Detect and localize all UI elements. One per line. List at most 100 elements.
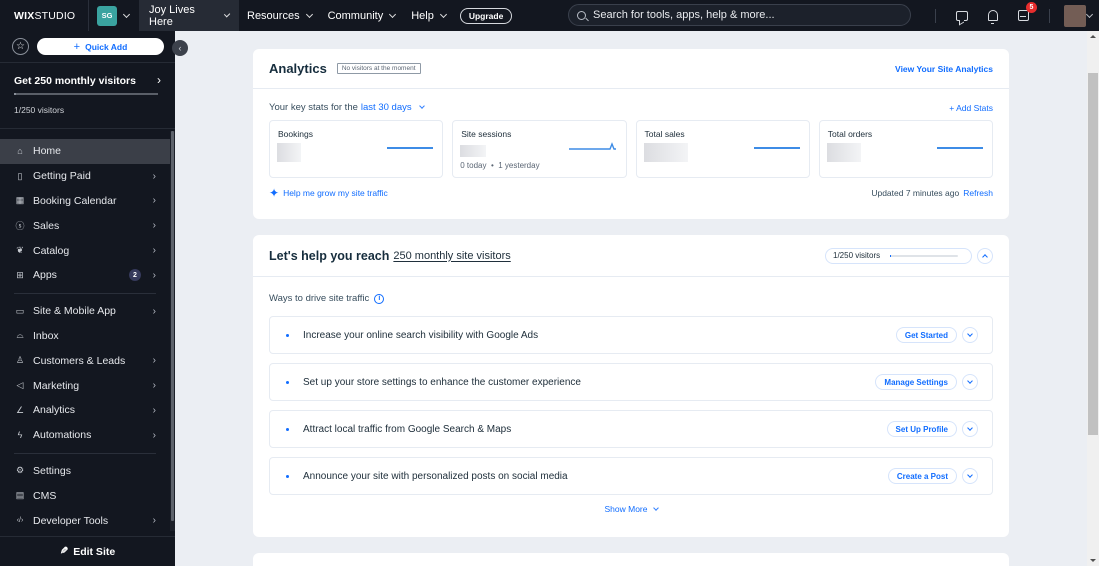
- sidebar-item-cms[interactable]: ▤ CMS: [0, 483, 170, 508]
- nav-community[interactable]: Community: [320, 0, 404, 31]
- task-item[interactable]: Increase your online search visibility w…: [269, 316, 993, 354]
- site-switcher[interactable]: Joy Lives Here: [139, 0, 239, 31]
- sidebar-item-catalog[interactable]: ❦ Catalog ›: [0, 238, 170, 263]
- sidebar-item-customers-leads[interactable]: ♙ Customers & Leads ›: [0, 348, 170, 373]
- task-action-button[interactable]: Get Started: [895, 327, 957, 343]
- sparkline: [387, 147, 434, 149]
- getting-paid-icon: ▯: [17, 170, 23, 181]
- collapse-sidebar-button[interactable]: ‹: [172, 40, 188, 56]
- info-icon[interactable]: i: [374, 293, 385, 304]
- chevron-right-icon: ›: [152, 515, 156, 527]
- wix-studio-logo[interactable]: WIXSTUDIO: [0, 10, 88, 22]
- collapse-card-button[interactable]: [977, 247, 993, 264]
- refresh-link[interactable]: Refresh: [963, 188, 993, 198]
- chevron-left-icon: ‹: [178, 43, 182, 53]
- sidebar-item-developer-tools[interactable]: ‹/› Developer Tools ›: [0, 508, 170, 533]
- chevron-down-icon: [967, 331, 973, 337]
- sidebar-item-label: Catalog: [33, 244, 70, 257]
- date-range-dropdown[interactable]: last 30 days: [361, 102, 412, 113]
- page-scrollbar-thumb[interactable]: [1088, 73, 1098, 435]
- chat-button[interactable]: [946, 0, 977, 31]
- task-action-button[interactable]: Set Up Profile: [886, 421, 957, 437]
- sidebar-item-apps[interactable]: ⊞ Apps 2 ›: [0, 263, 170, 288]
- sidebar-item-getting-paid[interactable]: ▯ Getting Paid ›: [0, 164, 170, 189]
- stat-card-total-orders[interactable]: Total orders: [818, 120, 993, 178]
- stat-value-placeholder: [277, 143, 301, 162]
- nav-help[interactable]: Help: [403, 0, 454, 31]
- sidebar-scrollbar-thumb[interactable]: [171, 131, 174, 521]
- stat-card-total-sales[interactable]: Total sales: [635, 120, 810, 178]
- chevron-down-icon: [439, 10, 447, 18]
- chevron-down-icon: [967, 472, 973, 478]
- favorites-button[interactable]: ☆: [12, 38, 29, 55]
- task-list: Increase your online search visibility w…: [253, 316, 1009, 495]
- view-site-analytics-link[interactable]: View Your Site Analytics: [895, 64, 993, 74]
- nav-resources[interactable]: Resources: [239, 0, 320, 31]
- sidebar-item-home[interactable]: ⌂ Home: [0, 139, 170, 164]
- add-stats-button[interactable]: + Add Stats: [949, 103, 993, 113]
- sidebar-item-booking-calendar[interactable]: ▦ Booking Calendar ›: [0, 189, 170, 214]
- task-action-button[interactable]: Manage Settings: [875, 374, 957, 390]
- sidebar-item-marketing[interactable]: ◁ Marketing ›: [0, 373, 170, 398]
- sidebar-item-sales[interactable]: ⓢ Sales ›: [0, 213, 170, 238]
- reach-goal-link[interactable]: 250 monthly site visitors: [393, 250, 510, 262]
- visitor-goal[interactable]: Get 250 monthly visitors › 1/250 visitors: [0, 63, 175, 129]
- sidebar-item-analytics[interactable]: ∠ Analytics ›: [0, 398, 170, 423]
- bullet-icon: [286, 380, 289, 384]
- task-text: Increase your online search visibility w…: [303, 329, 539, 341]
- scroll-up-arrow-icon[interactable]: [1090, 35, 1096, 38]
- sidebar-item-settings[interactable]: ⚙ Settings: [0, 459, 170, 484]
- edit-site-button[interactable]: ✎ Edit Site: [0, 536, 175, 566]
- bullet-icon: [286, 333, 289, 337]
- scroll-down-arrow-icon[interactable]: [1090, 559, 1096, 562]
- chevron-right-icon: ›: [152, 355, 156, 367]
- chevron-up-icon: [982, 253, 988, 260]
- analytics-title: Analytics: [269, 61, 327, 76]
- site-name: Joy Lives Here: [149, 3, 195, 28]
- chevron-down-icon[interactable]: [1085, 10, 1094, 18]
- sidebar-item-automations[interactable]: ϟ Automations ›: [0, 423, 170, 448]
- notification-count-badge: 5: [1026, 2, 1037, 13]
- search-input[interactable]: Search for tools, apps, help & more...: [568, 4, 911, 26]
- chevron-right-icon: ›: [152, 380, 156, 392]
- sidebar-item-label: Home: [33, 145, 62, 158]
- bullet-icon: [286, 427, 289, 431]
- notifications-button[interactable]: [977, 0, 1008, 31]
- upgrade-button[interactable]: Upgrade: [459, 7, 513, 24]
- expand-task-button[interactable]: [962, 468, 978, 484]
- dollar-icon: ⓢ: [15, 221, 25, 232]
- visitors-progress: 1/250 visitors: [825, 247, 972, 264]
- quick-add-button[interactable]: + Quick Add: [37, 38, 164, 55]
- status-badge: No visitors at the moment: [336, 63, 421, 74]
- divider: [14, 292, 156, 294]
- plus-icon: +: [73, 40, 81, 53]
- stat-card-site-sessions[interactable]: Site sessions 0 today • 1 yesterday: [452, 120, 627, 178]
- task-item[interactable]: Set up your store settings to enhance th…: [269, 363, 993, 401]
- show-more-button[interactable]: Show More: [253, 504, 1009, 514]
- stat-value-placeholder: [826, 143, 861, 162]
- sidebar-item-inbox[interactable]: ⌓ Inbox: [0, 324, 170, 349]
- task-item[interactable]: Announce your site with personalized pos…: [269, 457, 993, 495]
- avatar[interactable]: [1064, 4, 1086, 27]
- sidebar-nav: ⌂ Home ▯ Getting Paid › ▦ Booking Calendar › ⓢ Sa…: [0, 139, 170, 533]
- expand-task-button[interactable]: [962, 327, 978, 343]
- task-text: Attract local traffic from Google Search…: [303, 423, 512, 435]
- chevron-right-icon: ›: [152, 170, 156, 182]
- stat-card-bookings[interactable]: Bookings: [269, 120, 444, 178]
- key-stats-label: Your key stats for the: [269, 102, 358, 113]
- sparkline: [568, 142, 616, 150]
- grow-traffic-link[interactable]: ✦ Help me grow my site traffic: [269, 186, 388, 200]
- sidebar-item-site-mobile-app[interactable]: ▭ Site & Mobile App ›: [0, 299, 170, 324]
- updates-button[interactable]: 5: [1008, 0, 1039, 31]
- calendar-icon: ▦: [15, 195, 25, 206]
- task-item[interactable]: Attract local traffic from Google Search…: [269, 410, 993, 448]
- page-scrollbar[interactable]: [1087, 31, 1099, 566]
- workspace-switcher[interactable]: SG: [89, 0, 139, 31]
- catalog-icon: ❦: [16, 245, 24, 256]
- task-action-button[interactable]: Create a Post: [887, 468, 957, 484]
- chevron-down-icon[interactable]: [418, 103, 425, 109]
- expand-task-button[interactable]: [962, 374, 978, 390]
- chevron-down-icon: [122, 10, 131, 18]
- chevron-down-icon: [967, 378, 973, 384]
- expand-task-button[interactable]: [962, 421, 978, 437]
